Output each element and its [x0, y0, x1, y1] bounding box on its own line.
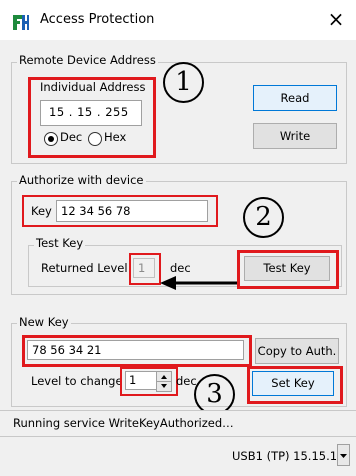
read-button[interactable]: Read — [253, 85, 337, 111]
set-key-button[interactable]: Set Key — [252, 371, 334, 396]
authorize-group-label: Authorize with device — [17, 173, 146, 187]
address-field[interactable]: 15 . 15 . 255 — [40, 100, 142, 126]
dec-radio[interactable] — [44, 132, 58, 146]
set-key-button-label: Set Key — [271, 376, 315, 390]
returned-level-label: Returned Level — [41, 261, 128, 275]
connection-dropdown-button[interactable] — [337, 444, 350, 466]
copy-to-auth-button[interactable]: Copy to Auth. — [255, 338, 339, 364]
status-message: Running service WriteKeyAuthorized… — [13, 416, 234, 430]
new-key-group-label: New Key — [17, 315, 71, 329]
close-icon[interactable]: × — [324, 7, 348, 31]
dec-radio-label: Dec — [60, 130, 83, 144]
test-key-button-label: Test Key — [263, 261, 311, 275]
annotation-three: 3 — [194, 374, 235, 415]
level-to-change-label: Level to change — [31, 374, 123, 388]
remote-device-group-label: Remote Device Address — [17, 53, 158, 67]
level-to-change-dec-label: dec — [176, 374, 197, 388]
hex-radio-label: Hex — [104, 130, 127, 144]
level-to-change-field[interactable]: 1 — [125, 371, 157, 390]
level-to-change-value: 1 — [129, 373, 137, 387]
chevron-down-icon — [340, 454, 347, 458]
address-value: 15 . 15 . 255 — [49, 105, 129, 119]
window-title: Access Protection — [40, 12, 155, 27]
test-key-group-label: Test Key — [34, 236, 86, 250]
test-key-button[interactable]: Test Key — [244, 256, 330, 281]
returned-level-field: 1 — [133, 258, 155, 278]
returned-level-value: 1 — [138, 261, 146, 275]
key-label: Key — [31, 204, 52, 218]
copy-to-auth-button-label: Copy to Auth. — [257, 344, 337, 358]
status-divider — [0, 436, 356, 437]
annotation-one: 1 — [163, 62, 204, 103]
read-button-label: Read — [280, 91, 310, 105]
level-spinner[interactable] — [156, 371, 172, 392]
auth-key-value: 12 34 56 78 — [61, 204, 131, 218]
individual-address-label: Individual Address — [40, 80, 146, 94]
app-logo-icon — [12, 13, 30, 31]
connection-label: USB1 (TP) 15.15.1 — [232, 449, 338, 463]
new-key-field[interactable]: 78 56 34 21 — [27, 340, 244, 360]
new-key-value: 78 56 34 21 — [32, 343, 102, 357]
write-button-label: Write — [279, 129, 311, 143]
auth-key-field[interactable]: 12 34 56 78 — [56, 200, 208, 222]
spinner-up-down-icon — [157, 375, 171, 388]
annotation-two: 2 — [243, 197, 284, 238]
arrow-left-icon — [160, 276, 238, 290]
hex-radio[interactable] — [88, 132, 102, 146]
returned-level-dec-label: dec — [170, 261, 191, 275]
write-button[interactable]: Write — [253, 123, 337, 149]
